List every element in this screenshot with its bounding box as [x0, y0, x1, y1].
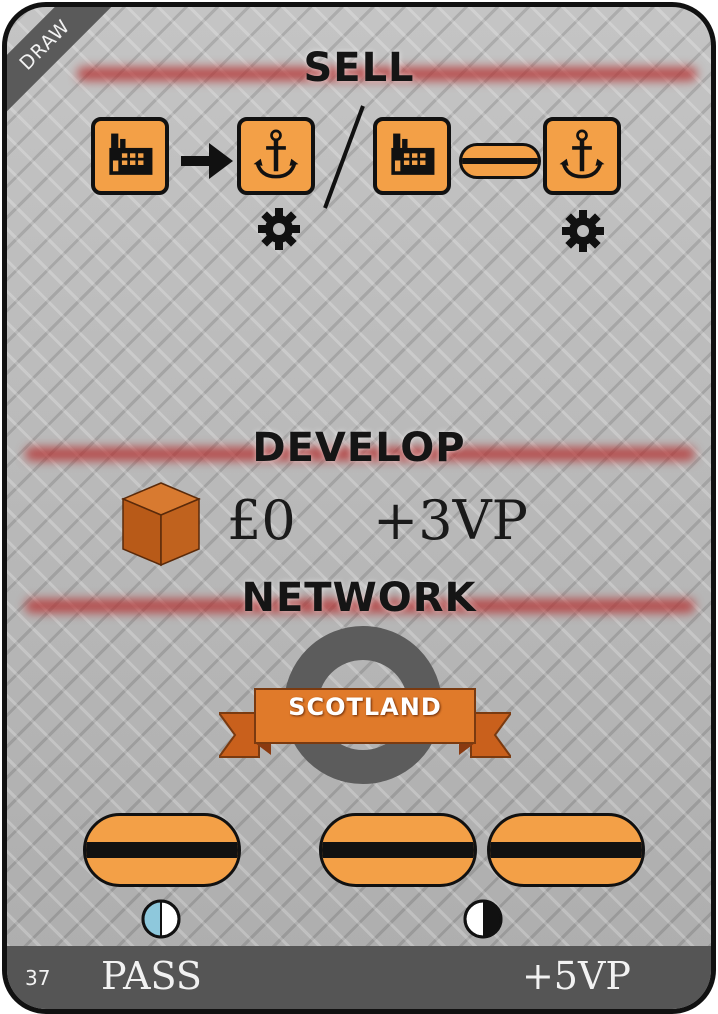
cube-icon	[121, 482, 201, 567]
develop-reward: +3VP	[373, 489, 528, 552]
game-card: DRAW SELL DEVELOP £0 +3VP NETWORK SCOTLA…	[2, 2, 716, 1014]
port-tile-2	[543, 117, 621, 195]
pass-label: PASS	[101, 954, 202, 998]
slash-icon	[323, 105, 365, 209]
gear-icon	[258, 208, 300, 250]
half-circle-icon	[463, 899, 503, 939]
link-tile-3	[487, 813, 645, 887]
card-footer: 37 PASS +5VP	[7, 946, 711, 1009]
link-tile-2	[319, 813, 477, 887]
location-name: SCOTLAND	[288, 693, 442, 721]
link-icon	[459, 143, 541, 179]
anchor-icon	[253, 129, 299, 179]
gear-icon	[562, 210, 604, 252]
factory-tile-2	[373, 117, 451, 195]
pass-reward: +5VP	[521, 954, 631, 998]
half-circle-icon	[141, 899, 181, 939]
network-heading: NETWORK	[241, 575, 477, 621]
develop-cost: £0	[227, 489, 296, 552]
factory-icon	[109, 133, 153, 175]
link-tile-1	[83, 813, 241, 887]
factory-tile-1	[91, 117, 169, 195]
anchor-icon	[559, 129, 605, 179]
port-tile-1	[237, 117, 315, 195]
sell-heading: SELL	[303, 45, 415, 91]
develop-heading: DEVELOP	[252, 425, 466, 471]
factory-icon	[391, 133, 435, 175]
arrow-right-icon	[181, 143, 233, 179]
card-number: 37	[25, 966, 51, 990]
